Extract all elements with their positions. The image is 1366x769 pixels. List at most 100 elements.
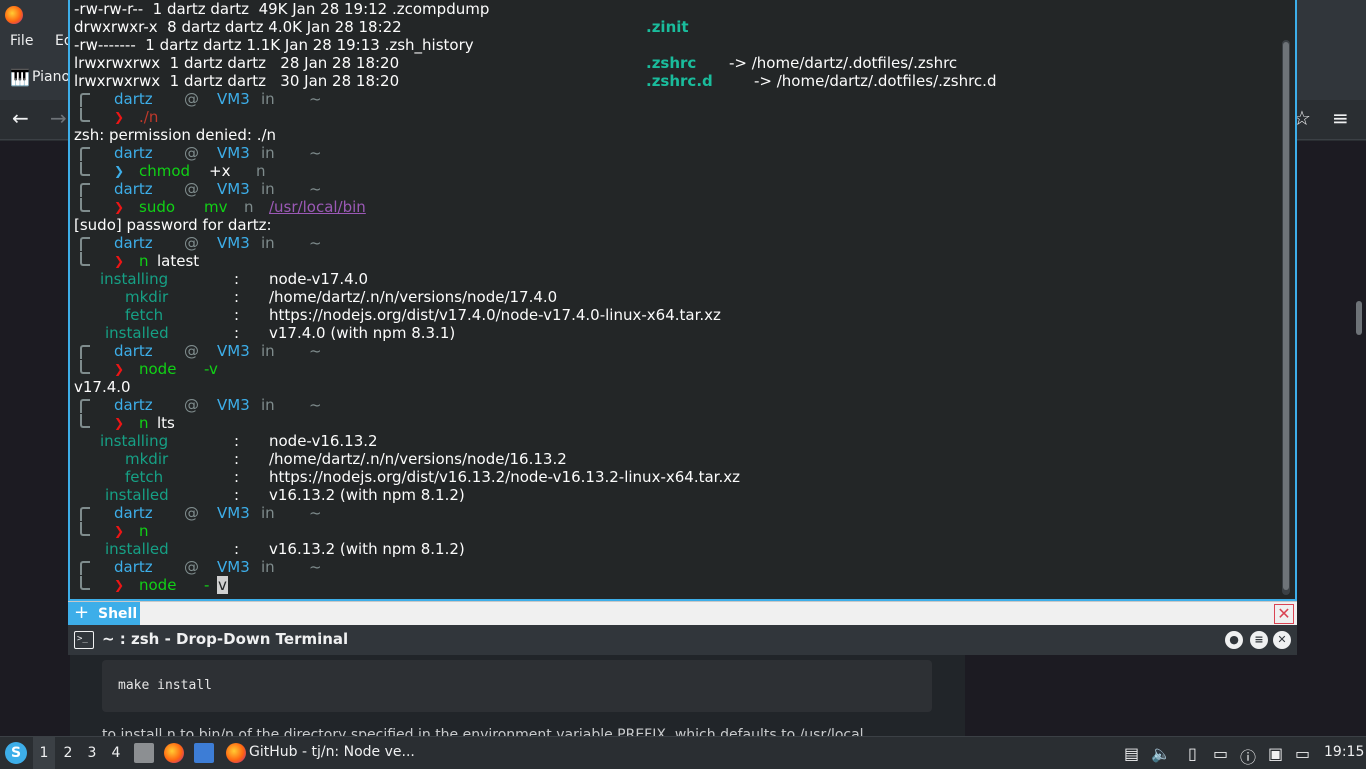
command-arg: mv xyxy=(204,198,228,216)
prompt-at: @ xyxy=(184,558,199,576)
prompt-error-arrow-icon: ❯ xyxy=(114,524,125,538)
notes-icon[interactable]: ▯ xyxy=(1188,744,1197,763)
command-arg: n xyxy=(256,162,266,180)
firefox-launcher-icon[interactable] xyxy=(164,743,184,763)
prompt-host: VM3 xyxy=(217,90,250,108)
desktop-2[interactable]: 2 xyxy=(57,737,79,769)
terminal-titlebar: >_ ~ : zsh - Drop-Down Terminal ● ≡ ✕ xyxy=(68,625,1297,655)
command-arg: latest xyxy=(157,252,200,270)
install-key: fetch xyxy=(125,306,164,324)
command-arg: n xyxy=(244,198,254,216)
install-value: v16.13.2 (with npm 8.1.2) xyxy=(269,540,465,558)
clipboard-icon[interactable]: ▤ xyxy=(1124,744,1139,763)
back-arrow-icon[interactable]: ← xyxy=(12,106,29,130)
code-block: make install xyxy=(102,660,932,712)
firefox-task-icon xyxy=(226,743,246,763)
network-icon[interactable]: ▭ xyxy=(1213,744,1228,763)
terminal-output[interactable]: -rw-rw-r-- 1 dartz dartz 49K Jan 28 19:1… xyxy=(68,0,1297,601)
prompt-at: @ xyxy=(184,144,199,162)
install-value: https://nodejs.org/dist/v16.13.2/node-v1… xyxy=(269,468,740,486)
sudo-prompt: [sudo] password for dartz: xyxy=(74,216,272,234)
install-sep: : xyxy=(234,306,240,324)
updates-icon[interactable]: ▣ xyxy=(1268,744,1283,763)
install-key: installed xyxy=(105,324,169,342)
volume-icon[interactable]: 🔈 xyxy=(1151,744,1171,763)
command-arg: +x xyxy=(209,162,231,180)
command: n xyxy=(139,252,149,270)
install-sep: : xyxy=(234,270,240,288)
ls-line: lrwxrwxrwx 1 dartz dartz 30 Jan 28 18:20… xyxy=(74,72,1274,90)
command-line: ❯ ./n xyxy=(74,108,1274,126)
app-launcher-icon[interactable]: S xyxy=(5,742,27,764)
hamburger-menu-icon[interactable]: ≡ xyxy=(1332,106,1349,130)
ls-line: lrwxrwxrwx 1 dartz dartz 28 Jan 28 18:20… xyxy=(74,54,1274,72)
install-key: mkdir xyxy=(125,450,169,468)
command: n xyxy=(139,414,149,432)
new-tab-plus-icon[interactable]: + xyxy=(74,603,89,623)
desktop-3[interactable]: 3 xyxy=(81,737,103,769)
forward-arrow-icon[interactable]: → xyxy=(50,106,67,130)
prompt-user: dartz xyxy=(114,90,153,108)
terminal-tabbar: + Shell ✕ xyxy=(68,601,1297,626)
prompt-bracket xyxy=(80,507,90,521)
prompt-dir: ~ xyxy=(309,234,322,252)
menu-file[interactable]: File xyxy=(10,33,33,49)
prompt-error-arrow-icon: ❯ xyxy=(114,578,125,592)
install-sep: : xyxy=(234,432,240,450)
prompt-dir: ~ xyxy=(309,558,322,576)
desktop-4[interactable]: 4 xyxy=(105,737,127,769)
command-line: ❯ n latest xyxy=(74,252,1274,270)
terminal-tray-icon[interactable]: ▭ xyxy=(1295,744,1310,763)
prompt-error-arrow-icon: ❯ xyxy=(114,416,125,430)
prompt-line: dartz @ VM3 in ~ xyxy=(74,90,1274,108)
prompt-in: in xyxy=(261,504,275,522)
prompt-line: dartz @ VM3 in ~ xyxy=(74,180,1274,198)
prompt-host: VM3 xyxy=(217,558,250,576)
prompt-line: dartz @ VM3 in ~ xyxy=(74,504,1274,522)
tab-shell[interactable]: + Shell xyxy=(68,602,140,626)
install-line: installed: v16.13.2 (with npm 8.1.2) xyxy=(74,540,1274,558)
notifications-icon[interactable]: ⓘ xyxy=(1240,744,1256,768)
bookmark-piano[interactable]: Piano xyxy=(32,69,70,85)
command-arg: lts xyxy=(157,414,175,432)
terminal-cursor[interactable]: v xyxy=(217,576,228,594)
task-github[interactable]: GitHub - tj/n: Node ve... xyxy=(222,737,415,769)
terminal-scrollbar-thumb[interactable] xyxy=(1283,42,1289,590)
prompt-at: @ xyxy=(184,342,199,360)
prompt-user: dartz xyxy=(114,396,153,414)
file-manager-icon[interactable] xyxy=(134,743,154,763)
command: node xyxy=(139,360,177,378)
prompt-line: dartz @ VM3 in ~ xyxy=(74,342,1274,360)
ls-line: drwxrwxr-x 8 dartz dartz 4.0K Jan 28 18:… xyxy=(74,18,1274,36)
close-tab-icon[interactable]: ✕ xyxy=(1274,604,1294,624)
drop-down-terminal: -rw-rw-r-- 1 dartz dartz 49K Jan 28 19:1… xyxy=(68,0,1297,655)
install-key: mkdir xyxy=(125,288,169,306)
prompt-line: dartz @ VM3 in ~ xyxy=(74,558,1274,576)
command-line: ❯ n xyxy=(74,522,1274,540)
prompt-dir: ~ xyxy=(309,342,322,360)
prompt-at: @ xyxy=(184,504,199,522)
prompt-dir: ~ xyxy=(309,396,322,414)
prompt-at: @ xyxy=(184,90,199,108)
prompt-in: in xyxy=(261,180,275,198)
install-value: v17.4.0 (with npm 8.3.1) xyxy=(269,324,456,342)
command: sudo xyxy=(139,198,176,216)
command-line: ❯ n lts xyxy=(74,414,1274,432)
prompt-in: in xyxy=(261,90,275,108)
command-line: ❯ node -v xyxy=(74,360,1274,378)
prompt-bracket xyxy=(80,522,90,536)
keep-open-icon[interactable]: ● xyxy=(1225,631,1243,649)
prompt-line: dartz @ VM3 in ~ xyxy=(74,396,1274,414)
terminal-menu-icon[interactable]: ≡ xyxy=(1250,631,1268,649)
command-line: ❯ chmod +x n xyxy=(74,162,1274,180)
close-terminal-icon[interactable]: ✕ xyxy=(1273,631,1291,649)
prompt-user: dartz xyxy=(114,180,153,198)
terminal-launcher-icon[interactable] xyxy=(194,743,214,763)
desktop-1[interactable]: 1 xyxy=(33,737,55,769)
install-sep: : xyxy=(234,324,240,342)
page-scrollbar[interactable] xyxy=(1356,301,1362,335)
prompt-error-arrow-icon: ❯ xyxy=(114,362,125,376)
prompt-bracket xyxy=(80,561,90,575)
ls-entry: drwxrwxr-x 8 dartz dartz 4.0K Jan 28 18:… xyxy=(74,18,402,36)
clock[interactable]: 19:15 xyxy=(1324,744,1364,760)
